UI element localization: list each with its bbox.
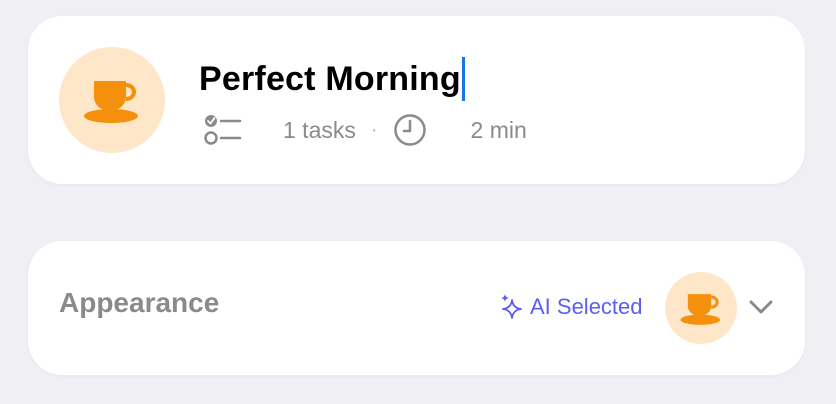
appearance-icon-preview[interactable]	[665, 272, 737, 344]
checklist-icon	[204, 115, 242, 145]
teacup-icon	[84, 81, 138, 123]
teacup-icon	[680, 294, 721, 325]
sparkles-icon	[501, 294, 522, 319]
appearance-row[interactable]: Appearance AI Selected	[28, 241, 805, 375]
duration: 2 min	[470, 116, 527, 143]
shortcut-meta: 1 tasks · 2 min	[204, 112, 527, 148]
meta-separator: ·	[370, 118, 378, 141]
title-row[interactable]: Perfect Morning	[199, 54, 465, 104]
appearance-label: Appearance	[59, 287, 220, 318]
clock-icon	[393, 114, 426, 146]
shortcut-header-card: Perfect Morning 1 tasks · 2 min	[28, 16, 805, 184]
ai-selected-badge: AI Selected	[500, 293, 643, 321]
chevron-down-icon[interactable]	[747, 297, 775, 317]
shortcut-title-input[interactable]: Perfect Morning	[199, 60, 461, 99]
shortcut-icon-button[interactable]	[59, 47, 165, 153]
ai-selected-label: AI Selected	[530, 294, 643, 319]
task-count: 1 tasks	[283, 116, 356, 143]
text-caret	[461, 57, 465, 101]
